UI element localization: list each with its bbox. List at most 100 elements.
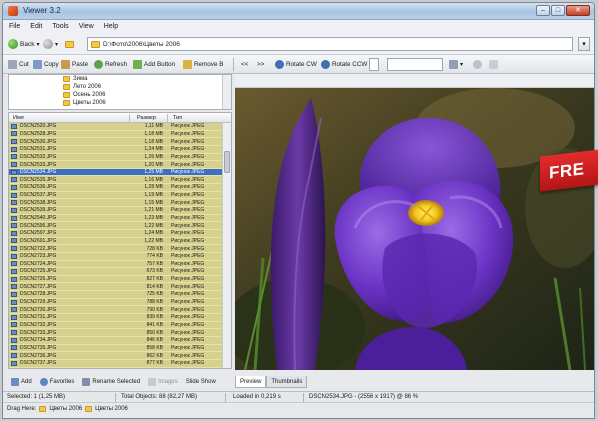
view-mode-button[interactable]: ▾ (449, 59, 463, 70)
table-row[interactable]: DSCN2725.JPG 673 KB Рисунок JPEG (9, 268, 224, 276)
scrollbar-thumb[interactable] (224, 151, 230, 173)
table-row[interactable]: DSCN2728.JPG 725 KB Рисунок JPEG (9, 291, 224, 299)
table-row[interactable]: DSCN2530.JPG 1,18 MB Рисунок JPEG (9, 138, 224, 146)
address-dropdown-button[interactable]: ▾ (578, 37, 590, 51)
folder-icon (63, 76, 70, 82)
previous-image-button[interactable]: << (241, 59, 248, 70)
table-row[interactable]: DSCN2722.JPG 728 KB Рисунок JPEG (9, 245, 224, 253)
forward-button[interactable]: ▾ (43, 38, 58, 50)
tree-item[interactable]: Лето 2006 (63, 83, 101, 91)
menu-help[interactable]: Help (104, 23, 118, 30)
settings-button[interactable] (489, 59, 498, 70)
tools-button[interactable] (473, 59, 482, 70)
column-header-size[interactable]: Размер (137, 115, 156, 121)
paste-button[interactable]: Paste (61, 59, 88, 70)
file-name: DSCN2520.JPG (20, 123, 57, 130)
next-image-button[interactable]: >> (257, 59, 264, 70)
table-row[interactable]: DSCN2534.JPG 1,25 MB Рисунок JPEG (9, 168, 224, 177)
cut-button[interactable]: Cut (8, 59, 29, 70)
column-divider[interactable] (167, 114, 168, 122)
file-name: DSCN2532.JPG (20, 153, 57, 160)
table-row[interactable]: DSCN2737.JPG 877 KB Рисунок JPEG (9, 359, 224, 368)
table-row[interactable]: DSCN2729.JPG 788 KB Рисунок JPEG (9, 298, 224, 307)
rotate-ccw-button[interactable]: Rotate CCW (321, 59, 367, 70)
breadcrumb-item[interactable]: Цветы 2006 (95, 406, 128, 412)
chevron-down-icon: ▾ (36, 41, 40, 48)
rename-selected-button[interactable]: Rename Selected (82, 378, 140, 386)
table-row[interactable]: DSCN2724.JPG 757 KB Рисунок JPEG (9, 260, 224, 269)
table-row[interactable]: DSCN2727.JPG 814 KB Рисунок JPEG (9, 283, 224, 292)
minimize-button[interactable]: – (536, 5, 550, 16)
file-size: 1,22 MB (144, 222, 163, 229)
close-button[interactable]: ✕ (566, 5, 590, 16)
table-row[interactable]: DSCN2732.JPG 841 KB Рисунок JPEG (9, 321, 224, 330)
table-row[interactable]: DSCN2726.JPG 827 KB Рисунок JPEG (9, 275, 224, 284)
table-row[interactable]: DSCN2736.JPG 862 KB Рисунок JPEG (9, 352, 224, 360)
remove-button-button[interactable]: Remove B (183, 59, 223, 70)
table-row[interactable]: DSCN2532.JPG 1,26 MB Рисунок JPEG (9, 153, 224, 162)
add-label: Add (21, 379, 32, 385)
menu-edit[interactable]: Edit (30, 23, 42, 30)
table-row[interactable]: DSCN2528.JPG 1,18 MB Рисунок JPEG (9, 130, 224, 139)
tree-item[interactable]: Цветы 2006 (63, 99, 106, 107)
table-row[interactable]: DSCN2533.JPG 1,20 MB Рисунок JPEG (9, 161, 224, 169)
file-name: DSCN2537.JPG (20, 192, 57, 199)
add-button-button[interactable]: Add Button (133, 59, 175, 70)
copy-button[interactable]: Copy (33, 59, 59, 70)
table-row[interactable]: DSCN2531.JPG 1,24 MB Рисунок JPEG (9, 145, 224, 154)
status-total: Total Objects: 88 (82,27 MB) (121, 394, 198, 400)
favorites-button[interactable]: Favorites (39, 378, 75, 386)
slideshow-button[interactable]: Slide Show (186, 379, 216, 385)
table-row[interactable]: DSCN2535.JPG 1,16 MB Рисунок JPEG (9, 176, 224, 185)
table-row[interactable]: DSCN2537.JPG 1,19 MB Рисунок JPEG (9, 191, 224, 200)
table-row[interactable]: DSCN2730.JPG 790 KB Рисунок JPEG (9, 306, 224, 315)
table-row[interactable]: DSCN2520.JPG 1,11 MB Рисунок JPEG (9, 123, 224, 131)
refresh-button[interactable]: Refresh (94, 59, 127, 70)
image-viewer[interactable] (235, 88, 594, 370)
breadcrumb-item[interactable]: Цветы 2006 (49, 406, 82, 412)
back-button[interactable]: Back ▾ (8, 38, 39, 50)
free-badge: FRE (540, 149, 598, 192)
table-row[interactable]: DSCN2735.JPG 858 KB Рисунок JPEG (9, 344, 224, 353)
table-row[interactable]: DSCN2733.JPG 850 KB Рисунок JPEG (9, 329, 224, 337)
table-row[interactable]: DSCN2540.JPG 1,23 MB Рисунок JPEG (9, 214, 224, 223)
file-list-scrollbar[interactable] (222, 123, 231, 368)
table-row[interactable]: DSCN2539.JPG 1,21 MB Рисунок JPEG (9, 207, 224, 215)
table-row[interactable]: DSCN2723.JPG 774 KB Рисунок JPEG (9, 252, 224, 261)
table-row[interactable]: DSCN2536.JPG 1,28 MB Рисунок JPEG (9, 184, 224, 192)
column-header-type[interactable]: Тип (173, 115, 182, 121)
favorites-label: Favorites (49, 379, 75, 385)
file-name: DSCN2737.JPG (20, 360, 57, 367)
drag-here-bar: Drag Here: Цветы 2006 Цветы 2006 (3, 402, 594, 414)
table-row[interactable]: DSCN2538.JPG 1,15 MB Рисунок JPEG (9, 199, 224, 208)
column-header-name[interactable]: Имя (13, 115, 24, 121)
tree-item[interactable]: Зима (63, 75, 87, 83)
zoom-stepper[interactable] (369, 58, 379, 71)
table-row[interactable]: DSCN2601.JPG 1,22 MB Рисунок JPEG (9, 237, 224, 246)
add-button[interactable]: Add (11, 378, 32, 386)
tab-preview[interactable]: Preview (235, 376, 267, 388)
menu-file[interactable]: File (9, 23, 20, 30)
maximize-button[interactable]: □ (551, 5, 565, 16)
title-bar: Viewer 3.2 – □ ✕ (3, 3, 594, 20)
table-row[interactable]: DSCN2597.JPG 1,24 MB Рисунок JPEG (9, 229, 224, 238)
table-row[interactable]: DSCN2734.JPG 846 KB Рисунок JPEG (9, 336, 224, 345)
status-bar: Selected: 1 (1,25 MB) Total Objects: 88 … (3, 391, 594, 402)
menu-view[interactable]: View (79, 23, 94, 30)
menu-tools[interactable]: Tools (52, 23, 68, 30)
file-size: 1,25 MB (144, 169, 163, 176)
zoom-select[interactable] (387, 58, 443, 71)
file-size: 1,16 MB (144, 176, 163, 183)
back-arrow-icon (8, 39, 18, 49)
tree-scrollbar[interactable] (222, 75, 231, 109)
tree-item[interactable]: Осень 2006 (63, 91, 105, 99)
up-folder-button[interactable] (65, 38, 74, 50)
table-row[interactable]: DSCN2731.JPG 839 KB Рисунок JPEG (9, 314, 224, 322)
rotate-cw-button[interactable]: Rotate CW (275, 59, 317, 70)
images-button[interactable]: Images (148, 378, 178, 386)
table-row[interactable]: DSCN2596.JPG 1,22 MB Рисунок JPEG (9, 222, 224, 230)
tab-thumbnails[interactable]: Thumbnails (266, 376, 308, 388)
column-divider[interactable] (129, 114, 130, 122)
address-input[interactable]: D:\Фото\2006\Цветы 2006 (87, 37, 573, 51)
slideshow-label: Slide Show (185, 379, 216, 385)
